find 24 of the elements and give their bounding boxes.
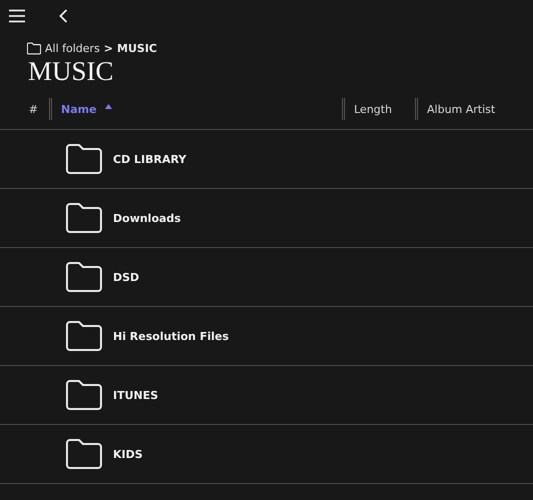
menu-icon[interactable]	[9, 9, 25, 23]
folder-name[interactable]: ITUNES	[113, 388, 158, 402]
folder-icon	[66, 261, 102, 293]
column-header[interactable]: Length	[354, 102, 392, 116]
folder-name[interactable]: DSD	[113, 270, 140, 284]
page-title: MUSIC	[28, 56, 115, 86]
back-icon[interactable]	[59, 9, 68, 23]
folder-name[interactable]: CD LIBRARY	[113, 152, 186, 166]
breadcrumb-separator: >	[104, 42, 114, 54]
folder-name[interactable]: KIDS	[113, 448, 143, 460]
folder-name[interactable]: Downloads	[113, 212, 181, 224]
column-header[interactable]: Name	[61, 102, 97, 116]
folder-icon	[66, 438, 102, 470]
folder-icon	[66, 379, 102, 411]
folder-icon	[66, 202, 102, 234]
column-header[interactable]: #	[28, 102, 38, 116]
breadcrumb-link[interactable]: All folders	[45, 42, 100, 54]
folder-icon	[66, 320, 102, 352]
column-header[interactable]: Album Artist	[427, 102, 496, 116]
folder-name[interactable]: Hi Resolution Files	[113, 330, 229, 342]
folder-icon	[27, 42, 41, 54]
sort-icon[interactable]	[104, 104, 112, 108]
folder-icon	[66, 143, 102, 175]
breadcrumb-current: MUSIC	[117, 42, 157, 54]
